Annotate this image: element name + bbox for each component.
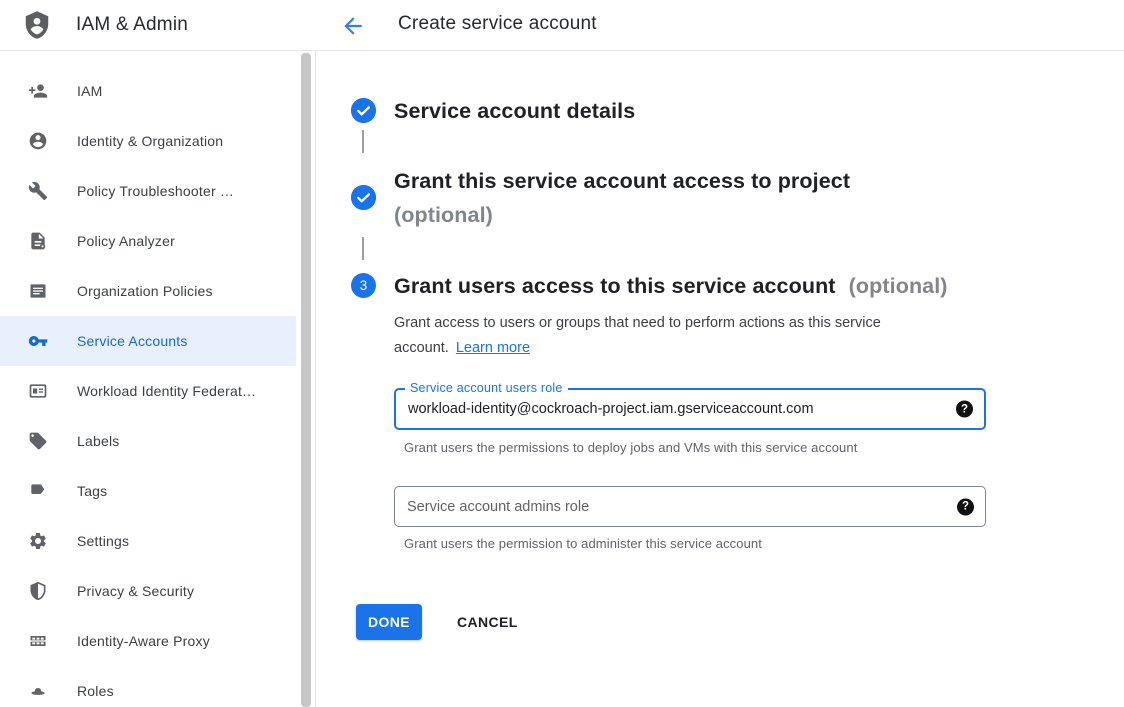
proxy-grid-icon	[28, 631, 48, 651]
sidebar-item-roles[interactable]: Roles	[0, 666, 296, 707]
service-account-key-icon	[28, 331, 48, 351]
gcp-console-window: IAM & Admin Create service account IAM I…	[0, 0, 1124, 707]
sidebar-item-privacy-security[interactable]: Privacy & Security	[0, 566, 296, 616]
sidebar-scrollbar[interactable]	[301, 53, 311, 707]
page-title: Create service account	[398, 13, 597, 35]
admins-role-help-icon[interactable]: ?	[957, 498, 974, 515]
sidebar-item-identity-aware-proxy[interactable]: Identity-Aware Proxy	[0, 616, 296, 666]
sidebar-item-label: Tags	[77, 483, 107, 499]
sidebar-item-service-accounts[interactable]: Service Accounts	[0, 316, 296, 366]
sidebar-item-identity-organization[interactable]: Identity & Organization	[0, 116, 296, 166]
step-connector	[362, 130, 364, 153]
service-account-admins-role-field: ?	[394, 486, 986, 527]
users-role-input[interactable]	[396, 390, 984, 428]
sidebar-item-label: Privacy & Security	[77, 583, 194, 599]
sidebar-item-label: Labels	[77, 433, 119, 449]
hat-icon	[28, 681, 48, 701]
cancel-button[interactable]: CANCEL	[449, 604, 526, 640]
sidebar-item-label: Settings	[77, 533, 129, 549]
document-lines-icon	[28, 281, 48, 301]
done-button[interactable]: DONE	[356, 604, 422, 640]
id-card-icon	[28, 381, 48, 401]
sidebar-nav: IAM Identity & Organization Policy Troub…	[0, 51, 296, 707]
wrench-icon	[28, 181, 48, 201]
sidebar-item-workload-identity-federation[interactable]: Workload Identity Federat…	[0, 366, 296, 416]
sidebar-item-label: Policy Troubleshooter …	[77, 183, 234, 199]
admins-role-input[interactable]	[395, 487, 985, 526]
sidebar-item-labels[interactable]: Labels	[0, 416, 296, 466]
service-account-users-role-field: Service account users role ?	[394, 388, 986, 430]
top-header: IAM & Admin Create service account	[0, 0, 1124, 51]
sidebar-item-policy-troubleshooter[interactable]: Policy Troubleshooter …	[0, 166, 296, 216]
step2-title: Grant this service account access to pro…	[394, 164, 850, 232]
sidebar-item-label: Service Accounts	[77, 333, 188, 349]
step-connector	[362, 237, 364, 260]
sidebar-item-label: Organization Policies	[77, 283, 213, 299]
product-header: IAM & Admin	[0, 0, 316, 50]
policy-analyzer-document-icon	[28, 231, 48, 251]
sidebar-item-policy-analyzer[interactable]: Policy Analyzer	[0, 216, 296, 266]
users-role-helper-text: Grant users the permissions to deploy jo…	[404, 440, 857, 455]
sidebar-item-label: Identity-Aware Proxy	[77, 633, 210, 649]
step2-optional-label: (optional)	[394, 198, 850, 232]
step3-number: 3	[360, 278, 368, 293]
sidebar-item-settings[interactable]: Settings	[0, 516, 296, 566]
admins-role-helper-text: Grant users the permission to administer…	[404, 536, 762, 551]
label-tag-icon	[28, 431, 48, 451]
sidebar-item-label: Workload Identity Federat…	[77, 383, 256, 399]
create-service-account-form: Service account details Grant this servi…	[316, 51, 1124, 707]
step3-number-badge: 3	[351, 273, 376, 298]
back-arrow-icon[interactable]	[339, 12, 366, 39]
iam-shield-icon	[22, 10, 52, 40]
users-role-floating-label: Service account users role	[405, 381, 568, 395]
sidebar-item-tags[interactable]: Tags	[0, 466, 296, 516]
step1-complete-check-icon	[351, 98, 376, 123]
users-role-help-icon[interactable]: ?	[956, 401, 973, 418]
step2-complete-check-icon	[351, 185, 376, 210]
sidebar-item-organization-policies[interactable]: Organization Policies	[0, 266, 296, 316]
learn-more-link[interactable]: Learn more	[456, 340, 530, 356]
sidebar-item-label: Policy Analyzer	[77, 233, 175, 249]
step3-title-text: Grant users access to this service accou…	[394, 274, 836, 298]
sidebar-item-iam[interactable]: IAM	[0, 66, 296, 116]
sidebar-item-label: IAM	[77, 83, 103, 99]
identity-person-icon	[28, 131, 48, 151]
person-add-icon	[28, 81, 48, 101]
product-title: IAM & Admin	[76, 14, 188, 36]
step2-title-text: Grant this service account access to pro…	[394, 169, 850, 193]
step3-description: Grant access to users or groups that nee…	[394, 311, 934, 361]
step1-title: Service account details	[394, 98, 635, 124]
gear-icon	[28, 531, 48, 551]
step3-title: Grant users access to this service accou…	[394, 273, 948, 299]
sidebar-item-label: Identity & Organization	[77, 133, 223, 149]
shield-icon	[28, 581, 48, 601]
step3-optional-label: (optional)	[849, 274, 948, 298]
tag-arrow-icon	[28, 481, 48, 501]
sidebar-item-label: Roles	[77, 683, 114, 699]
